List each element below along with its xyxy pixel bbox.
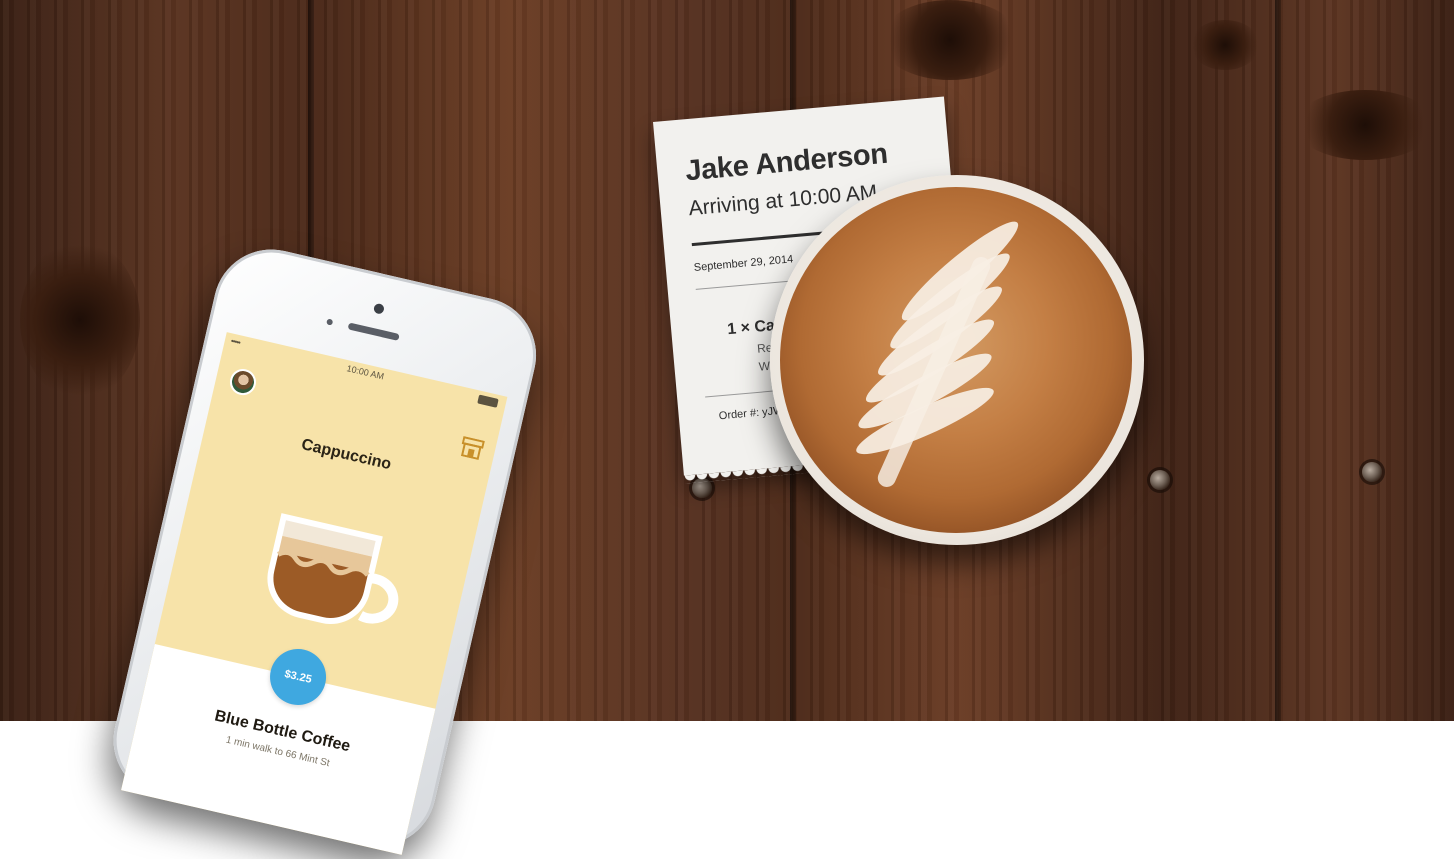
customer-name: Jake Anderson <box>684 137 890 188</box>
wood-knot <box>1190 20 1260 70</box>
coffee-cup-icon <box>267 513 399 624</box>
avatar-icon[interactable] <box>227 366 259 398</box>
coffee-cup <box>770 175 1144 545</box>
earpiece-speaker <box>347 322 400 341</box>
drink-title: Cappuccino <box>299 436 393 474</box>
proximity-sensor <box>326 318 334 326</box>
order-date: September 29, 2014 <box>693 253 794 274</box>
store-icon[interactable] <box>459 436 485 461</box>
wood-knot <box>20 240 140 400</box>
nail-head <box>1362 462 1382 482</box>
plank-seam <box>1275 0 1281 721</box>
wood-knot <box>1295 90 1435 160</box>
status-time: 10:00 AM <box>345 363 385 382</box>
latte-crema <box>780 187 1132 533</box>
status-bar: ••••• 10:00 AM <box>223 332 507 412</box>
nail-head <box>1150 470 1170 490</box>
wood-knot <box>880 0 1020 80</box>
front-camera <box>372 302 385 315</box>
